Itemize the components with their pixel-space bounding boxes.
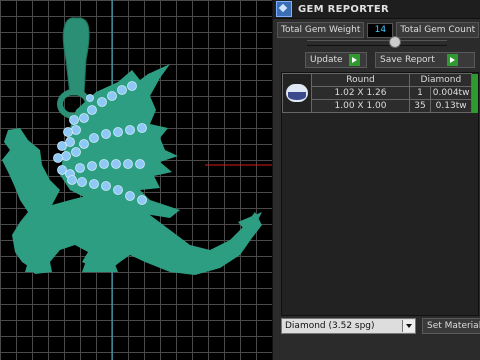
gem-stone xyxy=(101,181,111,191)
panel-slider[interactable] xyxy=(307,36,447,48)
gem-stone xyxy=(99,159,109,169)
gem-reporter-app-icon xyxy=(276,1,292,17)
gem-reporter-panel: GEM REPORTER Total Gem Weight 14 Total G… xyxy=(272,0,480,360)
gem-stone xyxy=(65,137,75,147)
gem-stone xyxy=(87,161,97,171)
gem-stone xyxy=(97,97,107,107)
total-gem-count-label: Total Gem Count xyxy=(396,22,480,38)
gem-stone xyxy=(113,185,123,195)
gem-stone xyxy=(79,113,89,123)
row-scroll-tab[interactable] xyxy=(471,99,478,113)
gem-stone xyxy=(87,105,97,115)
gem-stone xyxy=(101,129,111,139)
total-gem-weight-label: Total Gem Weight xyxy=(277,22,365,38)
row-scroll-tab[interactable] xyxy=(471,86,478,100)
slider-knob[interactable] xyxy=(389,36,401,48)
gem-table: Round Diamond 1.02 X 1.26 1 0.004tw 1.00… xyxy=(282,73,478,113)
gem-weight-cell: 0.13tw xyxy=(429,99,473,113)
gem-stone xyxy=(71,125,81,135)
chevron-down-icon[interactable] xyxy=(402,320,415,332)
gem-count-cell: 35 xyxy=(409,99,431,113)
gem-stone xyxy=(69,115,79,125)
gem-stone xyxy=(125,125,135,135)
totals-row: Total Gem Weight 14 Total Gem Count xyxy=(277,22,480,38)
table-row[interactable]: 1.00 X 1.00 35 0.13tw xyxy=(283,99,478,113)
gem-stone xyxy=(117,85,127,95)
gem-stone xyxy=(57,165,67,175)
table-header-row: Round Diamond xyxy=(282,73,478,113)
update-button-label: Update xyxy=(310,55,343,65)
gem-stone xyxy=(67,175,77,185)
gem-stone xyxy=(113,127,123,137)
column-header-material: Diamond xyxy=(409,73,473,87)
update-button[interactable]: Update xyxy=(305,52,367,68)
gem-stone xyxy=(137,195,147,205)
gem-stone xyxy=(127,81,137,91)
gem-size-cell: 1.02 X 1.26 xyxy=(310,86,411,100)
gem-stone xyxy=(61,151,71,161)
panel-titlebar[interactable]: GEM REPORTER xyxy=(273,0,480,19)
gem-stone xyxy=(63,127,73,137)
row-scroll-tab[interactable] xyxy=(471,73,478,87)
save-report-button-label: Save Report xyxy=(380,55,435,65)
green-go-arrow-icon xyxy=(446,54,458,66)
gem-stone xyxy=(111,159,121,169)
gem-count-cell: 1 xyxy=(409,86,431,100)
green-go-arrow-icon xyxy=(348,54,360,66)
gem-stone xyxy=(79,139,89,149)
3d-viewport[interactable] xyxy=(0,0,272,360)
gem-stone xyxy=(107,91,117,101)
pendant-bail xyxy=(62,17,90,96)
material-row: Diamond (3.52 spg) Set Material xyxy=(281,318,480,334)
gem-stone xyxy=(57,141,67,151)
dragon-pendant-model[interactable] xyxy=(0,0,272,360)
gem-stone xyxy=(77,177,87,187)
material-select-value: Diamond (3.52 spg) xyxy=(285,321,375,331)
gem-stone xyxy=(89,133,99,143)
gem-stone xyxy=(53,153,63,163)
panel-title: GEM REPORTER xyxy=(298,3,390,15)
gem-stone xyxy=(89,179,99,189)
gem-size-cell: 1.00 X 1.00 xyxy=(310,99,411,113)
gem-stone xyxy=(137,123,147,133)
gem-stone xyxy=(86,94,94,102)
table-row[interactable]: 1.02 X 1.26 1 0.004tw xyxy=(283,86,478,100)
gem-table-area: Round Diamond 1.02 X 1.26 1 0.004tw 1.00… xyxy=(281,72,479,316)
total-gem-weight-field[interactable]: 14 xyxy=(367,22,394,38)
gem-weight-cell: 0.004tw xyxy=(429,86,473,100)
gem-stone xyxy=(75,163,85,173)
gem-stone xyxy=(125,191,135,201)
gem-stone xyxy=(135,159,145,169)
gem-stone xyxy=(71,147,81,157)
action-row: Update Save Report xyxy=(305,52,475,68)
gem-shape-cell xyxy=(282,73,312,113)
material-select[interactable]: Diamond (3.52 spg) xyxy=(281,318,416,334)
column-header-shape: Round xyxy=(310,73,411,87)
save-report-button[interactable]: Save Report xyxy=(375,52,475,68)
round-gem-icon[interactable] xyxy=(285,84,308,102)
set-material-button[interactable]: Set Material xyxy=(422,318,480,334)
gem-stone xyxy=(123,159,133,169)
